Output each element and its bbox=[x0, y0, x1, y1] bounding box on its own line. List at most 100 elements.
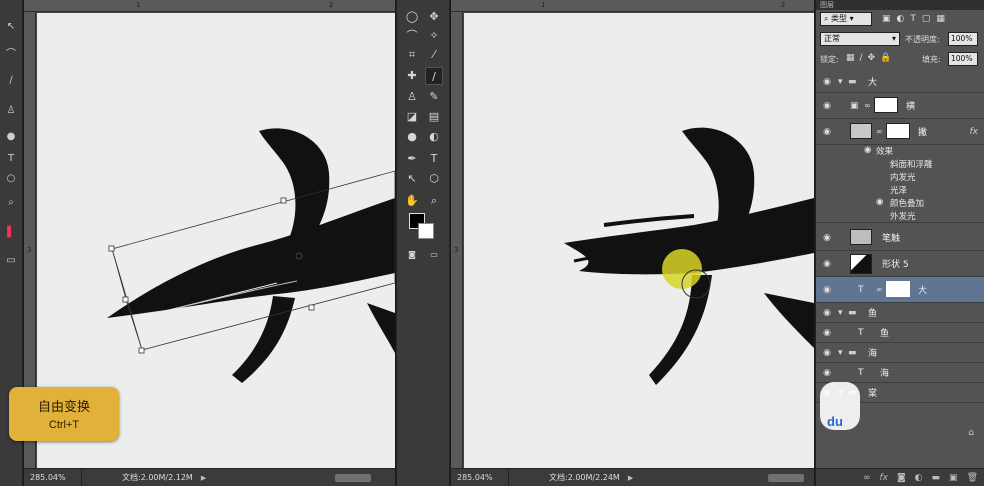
zoom-level[interactable]: 285.04% bbox=[451, 469, 509, 486]
drop-icon[interactable]: ● bbox=[4, 130, 18, 144]
lock-icons[interactable]: ▦∕✥🔒 bbox=[846, 53, 896, 63]
filter-kind-select[interactable]: ⌕ 类型 ▾ bbox=[820, 12, 872, 26]
gradient-icon[interactable]: ▤ bbox=[425, 108, 443, 126]
layer-group-da[interactable]: ◉ ▾ ▬ 大 bbox=[816, 71, 984, 93]
eraser-icon[interactable]: ◪ bbox=[403, 108, 421, 126]
healing-icon[interactable]: ✚ bbox=[403, 67, 421, 85]
marquee-icon[interactable]: ◯ bbox=[403, 8, 421, 26]
eye-icon[interactable]: ◉ bbox=[820, 233, 834, 243]
quick-mask-icon[interactable]: ◙ bbox=[403, 246, 421, 264]
layer-text-yu[interactable]: ◉ T 鱼 bbox=[816, 323, 984, 343]
folder-icon: ▬ bbox=[848, 307, 857, 318]
text-layer-icon: T bbox=[858, 284, 864, 295]
layer-group-yu[interactable]: ◉ ▾ ▬ 鱼 bbox=[816, 303, 984, 323]
zoom-icon[interactable]: ⌕ bbox=[4, 196, 18, 210]
zoom-level[interactable]: 285.04% bbox=[24, 469, 82, 486]
eyedropper-icon[interactable]: ⁄ bbox=[425, 46, 443, 64]
status-arrow-icon[interactable]: ▶ bbox=[628, 474, 633, 482]
add-style-icon[interactable]: fx bbox=[879, 473, 888, 483]
transform-handle bbox=[122, 296, 129, 303]
fill-field[interactable]: 100% bbox=[948, 52, 978, 66]
chevron-down-icon[interactable]: ▾ bbox=[838, 348, 843, 358]
hand-icon[interactable]: ✋ bbox=[403, 192, 421, 210]
layer-thumbnail bbox=[850, 229, 872, 245]
fx-icon[interactable]: fx bbox=[970, 127, 979, 137]
ruler-horizontal: 1 2 bbox=[24, 0, 395, 12]
layer-text-da-selected[interactable]: ◉ T ∞ 大 bbox=[816, 277, 984, 303]
transform-handle bbox=[138, 347, 145, 354]
eye-icon[interactable]: ◉ bbox=[820, 101, 834, 111]
pen-icon[interactable]: ✒ bbox=[403, 150, 421, 168]
eye-icon[interactable]: ◉ bbox=[876, 197, 883, 207]
text-tool-icon[interactable]: T bbox=[4, 152, 18, 166]
ruler-label: 1 bbox=[136, 1, 141, 9]
status-arrow-icon[interactable]: ▶ bbox=[201, 474, 206, 482]
history-brush-icon[interactable]: ✎ bbox=[425, 88, 443, 106]
lock-icon: ⌂ bbox=[968, 428, 974, 438]
horizontal-scrollbar[interactable] bbox=[768, 474, 804, 482]
lasso-icon[interactable]: ⌒ bbox=[403, 27, 421, 45]
move-icon[interactable]: ✥ bbox=[425, 8, 443, 26]
brush-icon[interactable]: ∕ bbox=[4, 74, 18, 88]
layer-shape-5[interactable]: ◉ 形状 5 bbox=[816, 251, 984, 277]
chevron-down-icon[interactable]: ▾ bbox=[838, 308, 843, 318]
eye-icon[interactable]: ◉ bbox=[820, 285, 834, 295]
tools-panel: ◯ ✥ ⌒ ✧ ⌗ ⁄ ✚ ∕ ♙ ✎ ◪ ▤ ● ◐ ✒ T ↖ ⬡ ✋ ⌕ … bbox=[396, 0, 450, 486]
crop-icon[interactable]: ⌗ bbox=[403, 46, 421, 64]
layer-group-hai[interactable]: ◉ ▾ ▬ 海 bbox=[816, 343, 984, 363]
transform-handle bbox=[308, 304, 315, 311]
effect-item[interactable]: ◉ 颜色叠加 bbox=[816, 197, 984, 210]
eye-icon[interactable]: ◉ bbox=[820, 127, 834, 137]
eye-icon[interactable]: ◉ bbox=[864, 145, 871, 155]
blur-icon[interactable]: ● bbox=[403, 128, 421, 146]
ruler-label: 3 bbox=[27, 246, 32, 254]
path-select-icon[interactable]: ↖ bbox=[403, 170, 421, 188]
stamp-icon[interactable]: ♙ bbox=[4, 104, 18, 118]
blend-mode-select[interactable]: 正常 ▾ bbox=[820, 32, 900, 46]
effect-item[interactable]: 内发光 bbox=[816, 171, 984, 184]
background-color-swatch[interactable] bbox=[418, 223, 434, 239]
filter-icons[interactable]: ▣◐T▢▦ bbox=[882, 14, 951, 24]
effect-item[interactable]: 外发光 bbox=[816, 210, 984, 223]
new-group-icon[interactable]: ▬ bbox=[932, 473, 941, 483]
shape-icon[interactable]: ⬡ bbox=[425, 170, 443, 188]
stamp-icon[interactable]: ♙ bbox=[403, 88, 421, 106]
type-icon[interactable]: T bbox=[425, 150, 443, 168]
add-mask-icon[interactable]: ◙ bbox=[897, 473, 906, 483]
eye-icon[interactable]: ◉ bbox=[820, 368, 834, 378]
eye-icon[interactable]: ◉ bbox=[820, 77, 834, 87]
link-layers-icon[interactable]: ∞ bbox=[863, 473, 871, 483]
shape-icon[interactable]: ○ bbox=[4, 172, 18, 186]
trash-icon[interactable]: 🗑 bbox=[967, 473, 978, 483]
layer-heng[interactable]: ◉ ▣ ∞ 横 bbox=[816, 93, 984, 119]
layer-text-hai[interactable]: ◉ T 海 bbox=[816, 363, 984, 383]
layer-bichu[interactable]: ◉ 笔触 bbox=[816, 225, 984, 251]
layers-tab[interactable]: 图层 bbox=[816, 0, 984, 10]
chevron-down-icon[interactable]: ▾ bbox=[838, 77, 843, 87]
screen-mode-icon[interactable]: ▭ bbox=[425, 246, 443, 264]
adjustment-icon[interactable]: ◐ bbox=[915, 473, 923, 483]
brush-icon[interactable]: ∕ bbox=[425, 67, 443, 85]
magic-wand-icon[interactable]: ✧ bbox=[425, 27, 443, 45]
eye-icon[interactable]: ◉ bbox=[820, 328, 834, 338]
eye-icon[interactable]: ◉ bbox=[820, 348, 834, 358]
right-canvas[interactable] bbox=[464, 13, 814, 468]
screen-mode-icon[interactable]: ▭ bbox=[4, 254, 18, 268]
tool-icon[interactable]: ↖ bbox=[4, 20, 18, 34]
effect-item[interactable]: 光泽 bbox=[816, 184, 984, 197]
watermark-text: du bbox=[827, 414, 843, 429]
effect-label: 内发光 bbox=[890, 173, 916, 183]
eye-icon[interactable]: ◉ bbox=[820, 259, 834, 269]
layer-name: 大 bbox=[868, 78, 878, 88]
layer-pie[interactable]: ◉ ∞ 撇 fx bbox=[816, 119, 984, 145]
effect-label: 斜面和浮雕 bbox=[890, 160, 933, 170]
lasso-icon[interactable]: ⌒ bbox=[4, 48, 18, 62]
effects-header[interactable]: ◉ 效果 bbox=[816, 145, 984, 158]
eye-icon[interactable]: ◉ bbox=[820, 308, 834, 318]
opacity-field[interactable]: 100% bbox=[948, 32, 978, 46]
effect-item[interactable]: 斜面和浮雕 bbox=[816, 158, 984, 171]
dodge-icon[interactable]: ◐ bbox=[425, 128, 443, 146]
horizontal-scrollbar[interactable] bbox=[335, 474, 371, 482]
new-layer-icon[interactable]: ▣ bbox=[949, 473, 958, 483]
zoom-icon[interactable]: ⌕ bbox=[425, 192, 443, 210]
